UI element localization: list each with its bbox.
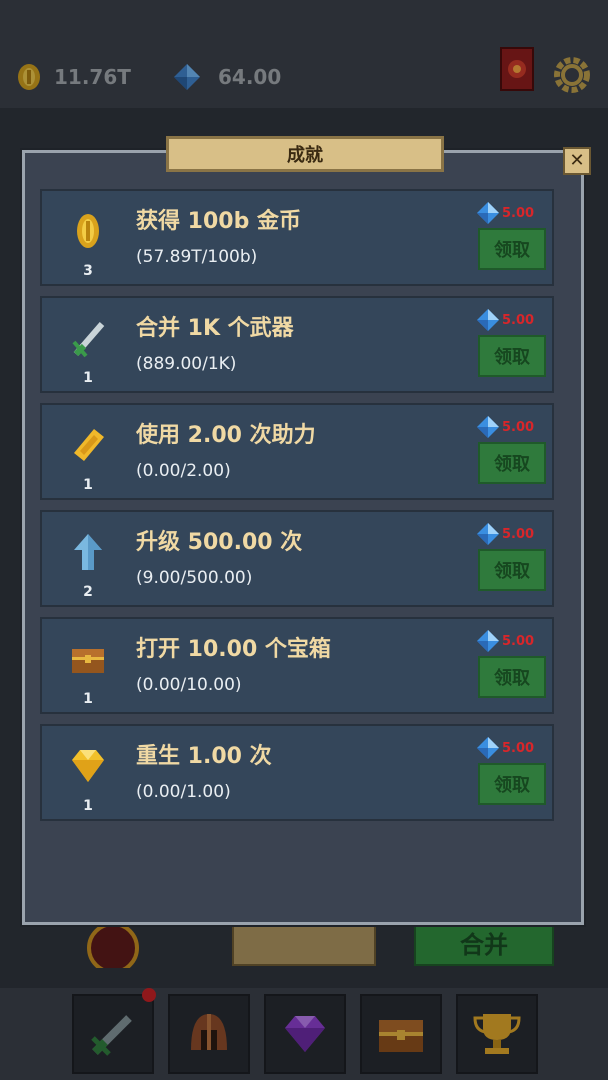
claim-button[interactable]: 领取: [478, 656, 546, 698]
dialog-title-plate: 成就: [166, 136, 444, 172]
achievement-level: 1: [83, 370, 93, 386]
reward-amount: 5.00: [502, 205, 535, 221]
achievement-level: 3: [83, 263, 93, 279]
achievement-level: 1: [83, 477, 93, 493]
achievement-progress: (889.00/1K): [136, 354, 237, 374]
claim-label: 领取: [494, 454, 530, 475]
achievement-level: 1: [83, 691, 93, 707]
claim-button[interactable]: 领取: [478, 549, 546, 591]
achievement-row: 1 使用 2.00 次助力 (0.00/2.00) 5.00 领取: [40, 403, 554, 500]
reward: 5.00: [476, 629, 534, 653]
achievement-row: 2 升级 500.00 次 (9.00/500.00) 5.00 领取: [40, 510, 554, 607]
blue-gem-icon: [477, 737, 499, 759]
claim-label: 领取: [494, 240, 530, 261]
claim-button[interactable]: 领取: [478, 763, 546, 805]
dialog-title: 成就: [287, 145, 323, 166]
ticket-icon: [68, 423, 108, 467]
claim-label: 领取: [494, 668, 530, 689]
achievement-progress: (0.00/1.00): [136, 782, 231, 802]
achievement-level: 1: [83, 798, 93, 814]
reward-amount: 5.00: [502, 419, 535, 435]
achievement-progress: (0.00/10.00): [136, 675, 242, 695]
reward: 5.00: [476, 201, 534, 225]
blue-gem-icon: [477, 523, 499, 545]
up-arrow-icon: [68, 530, 108, 574]
claim-button[interactable]: 领取: [478, 335, 546, 377]
blue-gem-icon: [477, 309, 499, 331]
reward-amount: 5.00: [502, 740, 535, 756]
claim-label: 领取: [494, 775, 530, 796]
achievement-progress: (9.00/500.00): [136, 568, 253, 588]
reward: 5.00: [476, 736, 534, 760]
claim-button[interactable]: 领取: [478, 228, 546, 270]
treasure-chest-icon: [68, 637, 108, 681]
reward: 5.00: [476, 308, 534, 332]
blue-gem-icon: [477, 202, 499, 224]
reward-amount: 5.00: [502, 526, 535, 542]
achievement-row: 1 重生 1.00 次 (0.00/1.00) 5.00 领取: [40, 724, 554, 821]
reward-amount: 5.00: [502, 312, 535, 328]
achievement-level: 2: [83, 584, 93, 600]
claim-button[interactable]: 领取: [478, 442, 546, 484]
sword-icon: [68, 316, 108, 360]
gold-coin-icon: [68, 209, 108, 253]
achievement-title: 升级 500.00 次: [136, 530, 303, 555]
achievement-title: 使用 2.00 次助力: [136, 423, 316, 448]
close-button[interactable]: ✕: [563, 147, 591, 175]
achievement-row: 1 合并 1K 个武器 (889.00/1K) 5.00 领取: [40, 296, 554, 393]
reward: 5.00: [476, 522, 534, 546]
achievement-row: 3 获得 100b 金币 (57.89T/100b) 5.00 领取: [40, 189, 554, 286]
achievement-progress: (57.89T/100b): [136, 247, 258, 267]
blue-gem-icon: [477, 416, 499, 438]
reward: 5.00: [476, 415, 534, 439]
claim-label: 领取: [494, 347, 530, 368]
achievement-title: 重生 1.00 次: [136, 744, 272, 769]
achievement-title: 获得 100b 金币: [136, 209, 301, 234]
achievement-title: 打开 10.00 个宝箱: [136, 637, 331, 662]
blue-gem-icon: [477, 630, 499, 652]
reward-amount: 5.00: [502, 633, 535, 649]
achievement-progress: (0.00/2.00): [136, 461, 231, 481]
gold-gem-icon: [68, 744, 108, 788]
achievement-row: 1 打开 10.00 个宝箱 (0.00/10.00) 5.00 领取: [40, 617, 554, 714]
claim-label: 领取: [494, 561, 530, 582]
achievement-title: 合并 1K 个武器: [136, 316, 294, 341]
close-icon: ✕: [569, 150, 585, 171]
